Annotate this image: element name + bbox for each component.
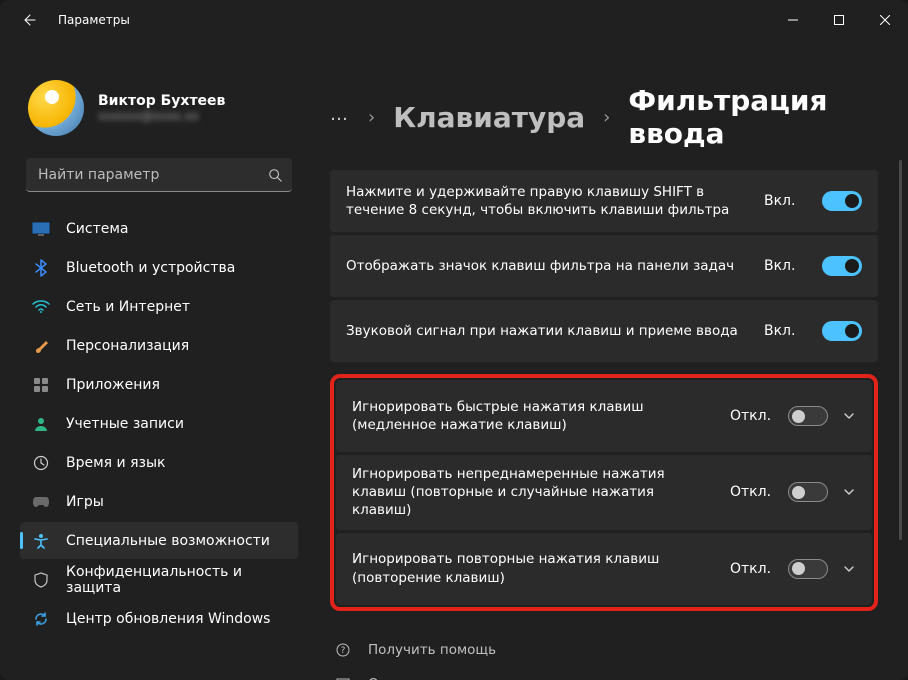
breadcrumb: … › Клавиатура › Фильтрация ввода [330,84,878,150]
toggle-state-label: Вкл. [764,323,808,339]
sidebar-item-bluetooth[interactable]: Bluetooth и устройства [20,249,298,286]
get-help-link[interactable]: ? Получить помощь [334,641,878,659]
sidebar-item-update[interactable]: Центр обновления Windows [20,600,298,637]
setting-row[interactable]: Игнорировать быстрые нажатия клавиш (мед… [336,380,872,452]
chevron-down-icon[interactable] [842,486,856,498]
setting-row[interactable]: Игнорировать непреднамеренные нажатия кл… [336,455,872,530]
sidebar-item-label: Учетные записи [66,416,184,432]
profile-block[interactable]: Виктор Бухтеев xxxxxx@xxxx.xx [20,40,298,158]
window-title: Параметры [58,13,130,27]
time-icon [32,454,50,472]
sidebar-item-time[interactable]: Время и язык [20,444,298,481]
sidebar-item-label: Специальные возможности [66,533,270,549]
toggle-switch[interactable] [822,321,862,341]
breadcrumb-more[interactable]: … [330,104,350,131]
title-bar: Параметры [0,0,908,40]
sidebar-item-privacy[interactable]: Конфиденциальность и защита [20,561,298,598]
maximize-button[interactable] [816,4,862,36]
sidebar-item-label: Сеть и Интернет [66,299,190,315]
setting-row: Нажмите и удерживайте правую клавишу SHI… [330,170,878,232]
setting-label: Звуковой сигнал при нажатии клавиш и при… [346,322,750,340]
footer-links: ? Получить помощь Отправить отзыв [330,641,878,680]
toggle-state-label: Вкл. [764,258,808,274]
feedback-label: Отправить отзыв [368,676,491,680]
sidebar-item-wifi[interactable]: Сеть и Интернет [20,288,298,325]
sidebar-item-apps[interactable]: Приложения [20,366,298,403]
toggle-state-label: Откл. [730,408,774,424]
breadcrumb-current: Фильтрация ввода [628,84,878,150]
sidebar-item-accounts[interactable]: Учетные записи [20,405,298,442]
toggle-switch[interactable] [822,256,862,276]
sidebar-item-label: Конфиденциальность и защита [66,564,286,596]
sidebar-item-system[interactable]: Система [20,210,298,247]
privacy-icon [32,571,50,589]
toggle-switch[interactable] [788,482,828,502]
sidebar-item-accessibility[interactable]: Специальные возможности [20,522,298,559]
sidebar-item-label: Приложения [66,377,160,393]
toggle-switch[interactable] [788,406,828,426]
toggle-state-label: Откл. [730,484,774,500]
sidebar-item-label: Игры [66,494,104,510]
chevron-right-icon: › [603,107,610,128]
toggle-switch[interactable] [822,191,862,211]
minimize-button[interactable] [770,4,816,36]
get-help-label: Получить помощь [368,642,496,658]
help-icon: ? [334,641,352,659]
system-icon [32,220,50,238]
toggle-state-label: Вкл. [764,193,808,209]
profile-email: xxxxxx@xxxx.xx [98,109,225,123]
brush-icon [32,337,50,355]
setting-label: Нажмите и удерживайте правую клавишу SHI… [346,183,750,219]
chevron-right-icon: › [368,107,375,128]
accessibility-icon [32,532,50,550]
sidebar-item-label: Bluetooth и устройства [66,260,235,276]
sidebar-item-gaming[interactable]: Игры [20,483,298,520]
setting-row: Звуковой сигнал при нажатии клавиш и при… [330,300,878,362]
back-button[interactable] [10,2,46,38]
setting-label: Игнорировать быстрые нажатия клавиш (мед… [352,398,716,434]
sidebar-item-label: Время и язык [66,455,165,471]
window-controls [770,4,908,36]
nav-list: Система Bluetooth и устройства Сеть и Инте… [20,210,298,637]
chevron-down-icon[interactable] [842,410,856,422]
setting-label: Отображать значок клавиш фильтра на пане… [346,257,750,275]
update-icon [32,610,50,628]
sidebar: Виктор Бухтеев xxxxxx@xxxx.xx Система Blu… [0,40,310,680]
sidebar-item-label: Персонализация [66,338,189,354]
setting-row: Отображать значок клавиш фильтра на пане… [330,235,878,297]
search-input[interactable] [26,158,292,192]
search-box [26,158,292,192]
feedback-icon [334,675,352,680]
breadcrumb-parent[interactable]: Клавиатура [393,101,585,134]
sidebar-item-label: Центр обновления Windows [66,611,270,627]
toggle-state-label: Откл. [730,561,774,577]
sidebar-item-brush[interactable]: Персонализация [20,327,298,364]
scrollbar[interactable] [899,160,902,540]
setting-label: Игнорировать повторные нажатия клавиш (п… [352,550,716,586]
settings-list-top: Нажмите и удерживайте правую клавишу SHI… [330,170,878,362]
gaming-icon [32,493,50,511]
toggle-switch[interactable] [788,559,828,579]
avatar [28,80,84,136]
apps-icon [32,376,50,394]
svg-text:?: ? [341,646,346,656]
wifi-icon [32,298,50,316]
close-button[interactable] [862,4,908,36]
setting-row[interactable]: Игнорировать повторные нажатия клавиш (п… [336,533,872,605]
sidebar-item-label: Система [66,221,128,237]
settings-window: Параметры Виктор Бухтеев xxxxxx@xxxx.xx [0,0,908,680]
chevron-down-icon[interactable] [842,563,856,575]
accounts-icon [32,415,50,433]
main-content: … › Клавиатура › Фильтрация ввода Нажмит… [310,40,908,680]
bluetooth-icon [32,259,50,277]
highlighted-settings-group: Игнорировать быстрые нажатия клавиш (мед… [330,374,878,611]
profile-name: Виктор Бухтеев [98,93,225,109]
feedback-link[interactable]: Отправить отзыв [334,675,878,680]
setting-label: Игнорировать непреднамеренные нажатия кл… [352,465,716,520]
